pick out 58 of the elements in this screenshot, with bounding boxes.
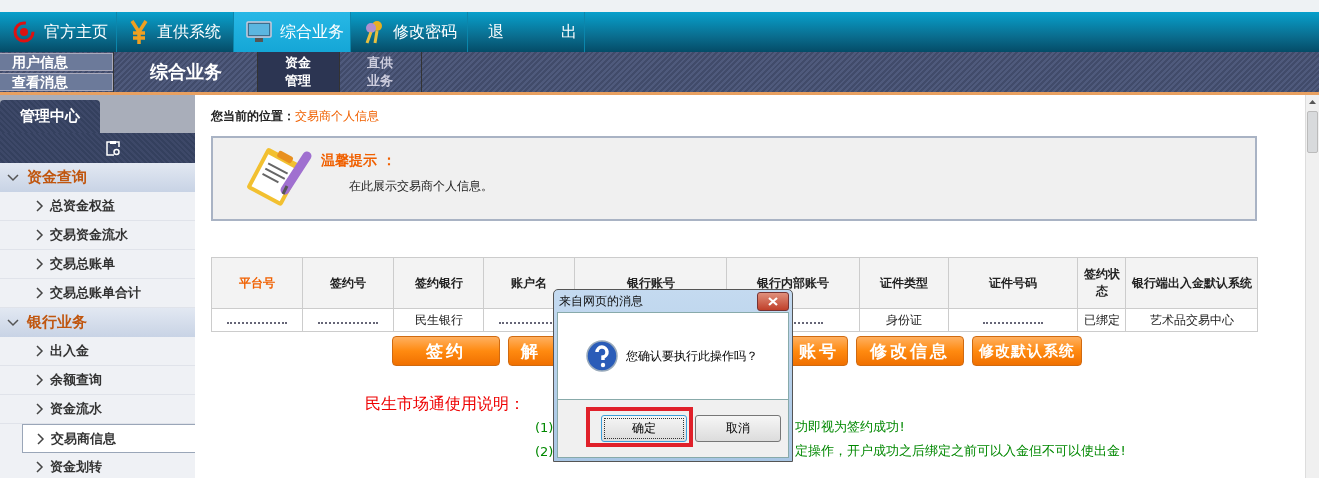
clipboard-icon[interactable] — [105, 140, 120, 156]
table-cell: 艺术品交易中心 — [1125, 308, 1258, 332]
chevron-icon — [36, 229, 44, 241]
instruction-text: 功即视为签约成功! — [795, 418, 905, 436]
sidebar-item[interactable]: 出入金 — [0, 337, 195, 366]
chevron-icon — [36, 287, 44, 299]
breadcrumb-link[interactable]: 交易商个人信息 — [295, 107, 379, 125]
column-header: 平台号 — [211, 257, 303, 309]
chevron-icon — [36, 258, 44, 270]
sidebar-item[interactable]: 交易商信息 — [22, 424, 195, 453]
dialog-button[interactable]: 确定 — [601, 415, 687, 442]
scroll-up-icon[interactable] — [1309, 100, 1316, 104]
sidebar-item[interactable]: 交易总账单 — [0, 250, 195, 279]
close-icon — [768, 296, 778, 306]
instructions-title: 民生市场通使用说明： — [365, 394, 526, 415]
chevron-icon — [36, 461, 44, 473]
sidebar-item[interactable]: 交易资金流水 — [0, 221, 195, 250]
table-cell: 民生银行 — [393, 308, 484, 332]
logo-icon — [12, 20, 36, 44]
yen-icon — [129, 19, 149, 45]
instruction-text: 定操作，开户成功之后绑定之前可以入金但不可以使出金! — [795, 442, 1126, 460]
keys-icon — [363, 19, 385, 45]
column-header: 证件号码 — [948, 257, 1078, 309]
scrollbar[interactable] — [1305, 95, 1319, 478]
user-menu-button[interactable]: 用户信息 — [0, 53, 113, 71]
chevron-icon — [36, 200, 44, 212]
sub-tab[interactable]: 直供业务 — [339, 52, 421, 92]
chevron-icon — [7, 173, 19, 182]
sidebar-item[interactable]: 资金划转 — [0, 453, 195, 478]
chevron-icon — [36, 374, 44, 386]
sidebar-item[interactable]: 总资金权益 — [0, 192, 195, 221]
sidebar-item[interactable]: 余额查询 — [0, 366, 195, 395]
line-number: (2) — [535, 443, 554, 459]
chevron-icon — [36, 403, 44, 415]
tip-title: 温馨提示 ： — [321, 152, 397, 170]
tip-text: 在此展示交易商个人信息。 — [349, 178, 493, 195]
user-menu-button[interactable]: 查看消息 — [0, 73, 113, 91]
table-cell: 已绑定 — [1077, 308, 1126, 332]
menu-group-header[interactable]: 银行业务 — [0, 308, 195, 337]
dialog-button[interactable]: 取消 — [695, 415, 781, 442]
column-header: 证件类型 — [859, 257, 949, 309]
column-header: 签约银行 — [393, 257, 484, 309]
sub-tab[interactable]: 资金管理 — [257, 52, 339, 92]
scrollbar-thumb[interactable] — [1307, 111, 1318, 153]
question-icon — [586, 340, 618, 372]
table-cell: 身份证 — [859, 308, 949, 332]
chevron-icon — [37, 432, 45, 445]
menu-group-header[interactable]: 资金查询 — [0, 163, 195, 192]
column-header: 银行端出入金默认系统 — [1125, 257, 1258, 309]
chevron-icon — [7, 318, 19, 327]
sidebar-tab[interactable]: 管理中心 — [0, 100, 100, 133]
close-button[interactable] — [757, 291, 789, 311]
column-header: 签约号 — [302, 257, 394, 309]
monitor-icon — [246, 21, 272, 43]
column-header: 签约状态 — [1077, 257, 1126, 309]
breadcrumb-label: 您当前的位置： — [211, 107, 295, 125]
line-number: (1) — [535, 419, 554, 435]
chevron-icon — [36, 345, 44, 357]
